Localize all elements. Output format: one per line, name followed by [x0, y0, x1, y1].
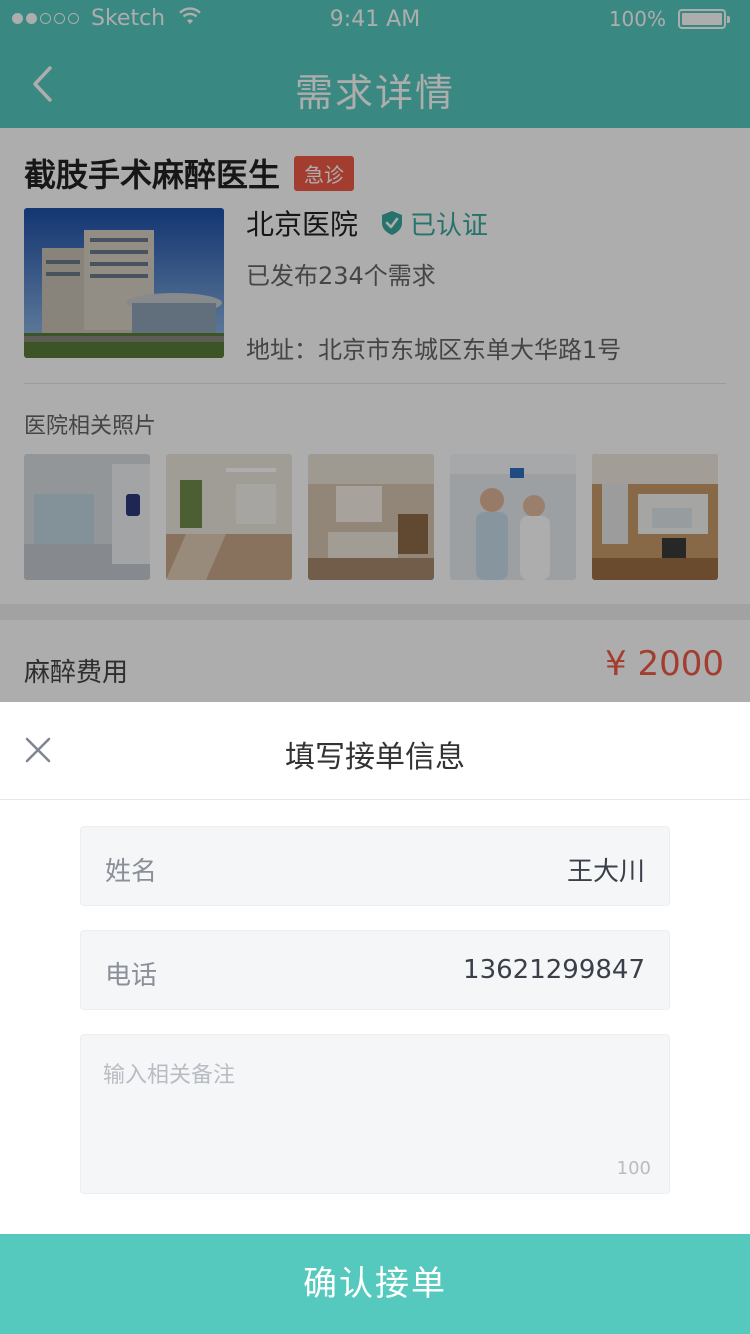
phone-field[interactable]: 电话 13621299847	[80, 930, 670, 1010]
screen: Sketch 9:41 AM 100% 需求详情 截肢手术麻醉医生 急诊 北京医…	[0, 0, 750, 1334]
confirm-accept-button[interactable]: 确认接单	[0, 1234, 750, 1334]
name-label: 姓名	[105, 857, 158, 887]
name-field[interactable]: 姓名 王大川	[80, 826, 670, 906]
phone-value[interactable]: 13621299847	[463, 955, 645, 985]
name-value[interactable]: 王大川	[567, 851, 645, 888]
modal-backdrop[interactable]	[0, 0, 750, 702]
notes-input[interactable]	[103, 1057, 643, 1157]
notes-field: 100	[80, 1034, 670, 1194]
accept-order-sheet: 填写接单信息 姓名 王大川 电话 13621299847 100 确认接单	[0, 702, 750, 1334]
sheet-title: 填写接单信息	[285, 740, 465, 775]
char-count: 100	[616, 1158, 651, 1179]
phone-label: 电话	[105, 961, 158, 991]
sheet-header: 填写接单信息	[0, 702, 750, 800]
